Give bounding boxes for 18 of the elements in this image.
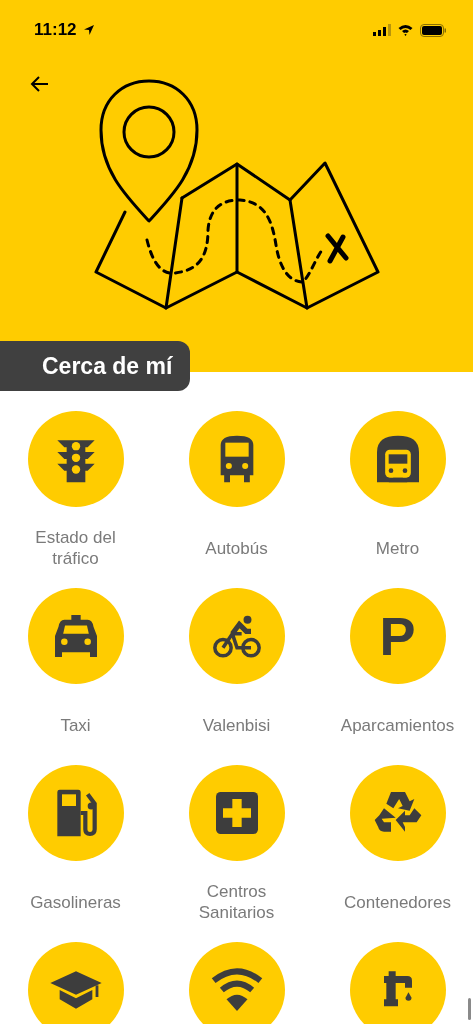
category-label: Aparcamientos xyxy=(340,714,455,736)
section-title: Cerca de mí xyxy=(0,341,190,391)
signal-icon xyxy=(373,24,391,36)
category-button[interactable]: P xyxy=(349,588,446,684)
location-arrow-icon xyxy=(82,24,95,36)
category-label: Centros Sanitarios xyxy=(197,881,276,923)
category-label: Estado del tráfico xyxy=(34,527,117,569)
scrollbar-thumb xyxy=(468,998,471,1020)
category-label: Contenedores xyxy=(344,891,451,913)
battery-icon xyxy=(420,23,447,37)
category-label: Taxi xyxy=(60,714,91,736)
parking-icon: P xyxy=(379,609,416,663)
wifi-icon xyxy=(397,24,414,36)
category-label: Valenbisi xyxy=(202,714,271,736)
status-time: 11:12 xyxy=(34,20,77,40)
category-label: Gasolineras xyxy=(30,891,121,913)
category-label: Autobús xyxy=(205,537,268,559)
category-label: Metro xyxy=(375,537,420,559)
